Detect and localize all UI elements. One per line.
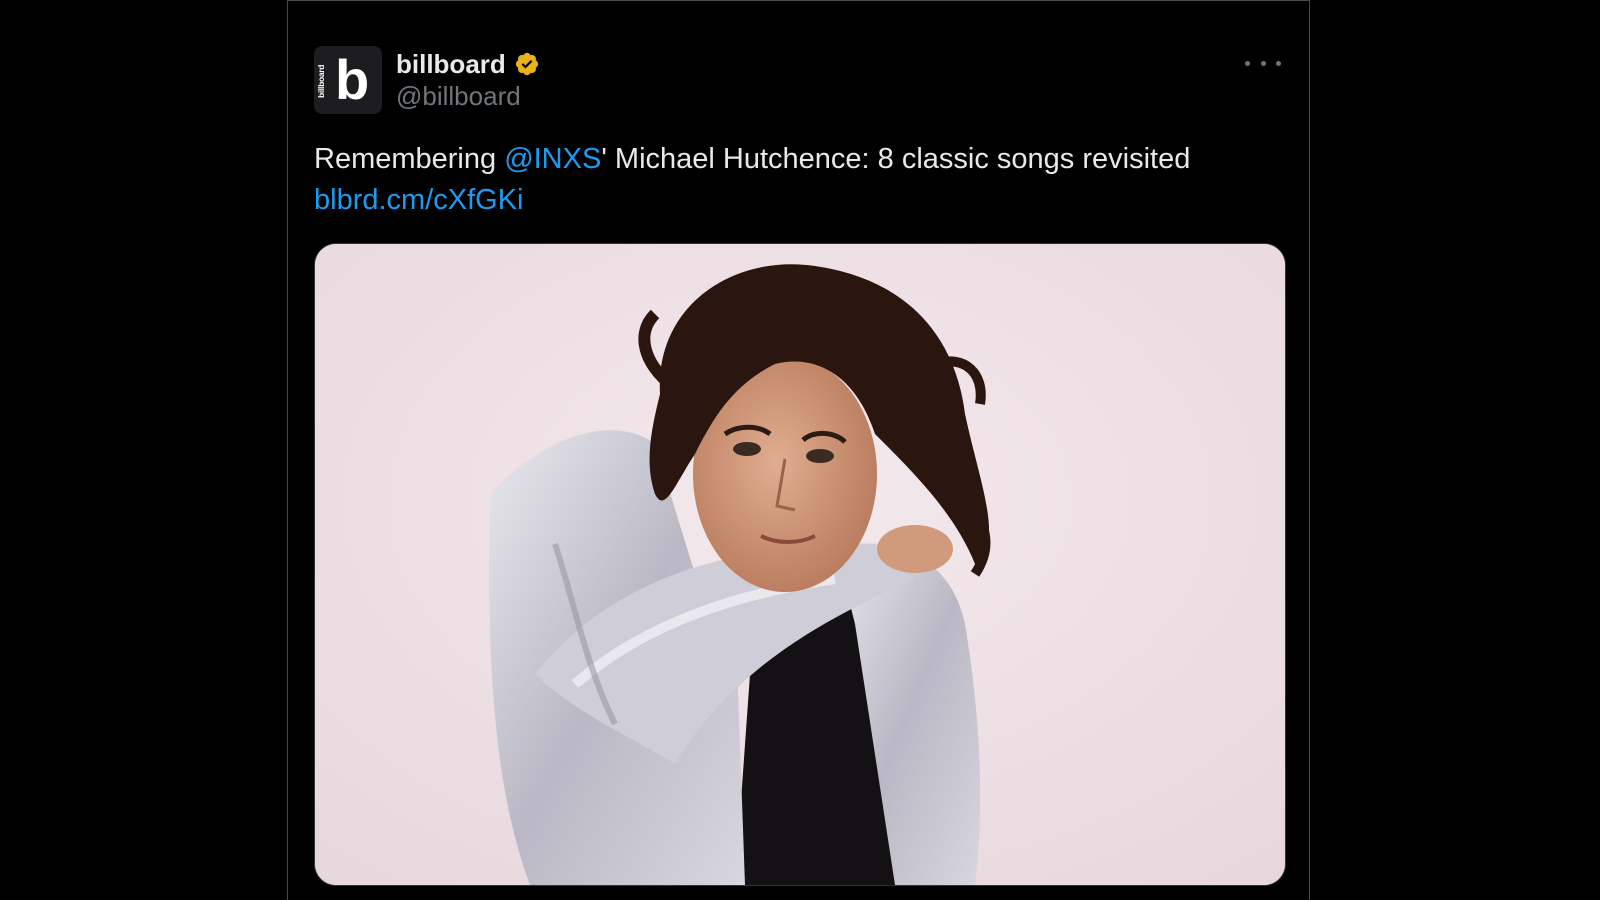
screen: billboard b billboard @billboard Remembe… [0,0,1600,900]
photo-image [315,244,1285,885]
article-link[interactable]: blbrd.cm/cXfGKi [314,184,524,216]
avatar-letter: b [335,48,370,111]
tweet-text-after: ' Michael Hutchence: 8 classic songs rev… [601,143,1191,175]
more-dot [1276,60,1281,66]
tweet-photo[interactable] [314,243,1286,886]
tweet-text: Remembering @INXS' Michael Hutchence: 8 … [314,139,1274,221]
more-dot [1260,60,1266,66]
display-name[interactable]: billboard [396,49,506,80]
avatar[interactable]: billboard b [314,46,382,114]
tweet-card: billboard b billboard @billboard Remembe… [287,0,1310,900]
mention-link[interactable]: @INXS [504,143,601,175]
more-dot [1245,60,1250,66]
tweet-text-before: Remembering [314,143,505,175]
more-options-button[interactable] [1245,49,1281,77]
handle[interactable]: @billboard [396,81,521,112]
verified-badge-icon[interactable] [514,51,540,77]
display-name-row: billboard [396,46,540,82]
avatar-wordmark: billboard [316,64,326,98]
